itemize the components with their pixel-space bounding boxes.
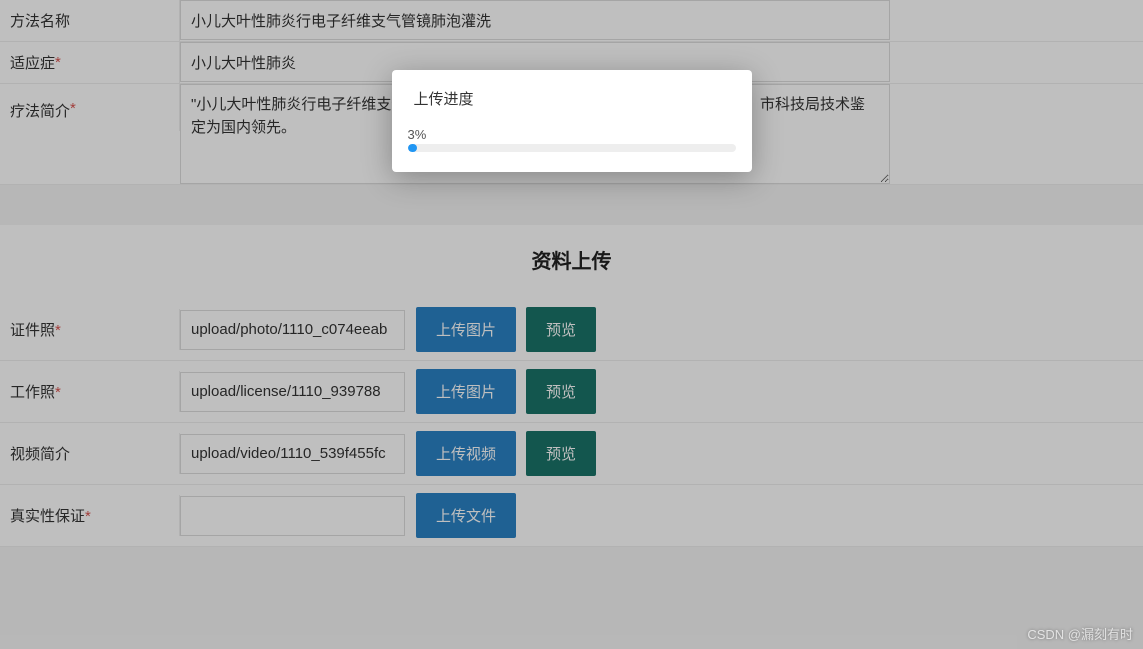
watermark: CSDN @漏刻有时	[1027, 624, 1133, 643]
progress-percent-label: 3%	[408, 127, 736, 142]
progress-fill	[408, 144, 418, 152]
modal-title: 上传进度	[414, 88, 736, 109]
upload-progress-modal: 上传进度 3%	[392, 70, 752, 172]
progress-bar	[408, 144, 736, 152]
